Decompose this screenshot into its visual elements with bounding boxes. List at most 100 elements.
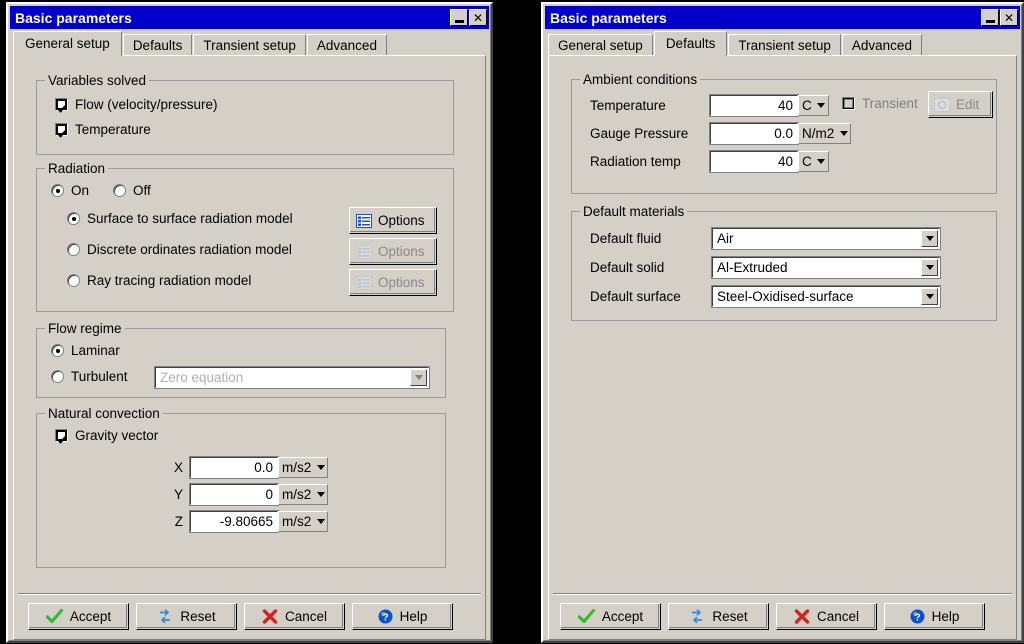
- group-legend: Natural convection: [45, 406, 163, 421]
- turbulence-model-value: Zero equation: [160, 370, 244, 385]
- tab-general-setup[interactable]: General setup: [13, 31, 122, 56]
- chevron-down-icon[interactable]: [815, 96, 828, 115]
- button-bar-divider: [18, 593, 481, 595]
- reset-button[interactable]: Reset: [136, 603, 237, 630]
- gauge-pressure-input[interactable]: 0.0: [709, 122, 799, 145]
- gravity-x-input[interactable]: 0.0: [189, 456, 279, 479]
- default-fluid-dropdown[interactable]: Air: [711, 227, 941, 250]
- chevron-down-icon[interactable]: [815, 152, 828, 171]
- help-button[interactable]: ? Help: [884, 603, 985, 630]
- chevron-down-icon[interactable]: [314, 512, 327, 531]
- gravity-y-unit-dropdown[interactable]: m/s2: [278, 484, 329, 505]
- default-surface-value: Steel-Oxidised-surface: [717, 289, 854, 304]
- close-button[interactable]: ✕: [469, 9, 487, 26]
- tab-transient-setup[interactable]: Transient setup: [193, 34, 306, 56]
- radio-label: Surface to surface radiation model: [87, 211, 293, 226]
- radiation-temp-unit-dropdown[interactable]: C: [798, 151, 829, 172]
- checkbox-label: Flow (velocity/pressure): [75, 97, 218, 112]
- radio-discrete-ordinates[interactable]: Discrete ordinates radiation model: [67, 242, 292, 257]
- button-label: Help: [931, 609, 960, 624]
- close-button[interactable]: ✕: [1000, 9, 1018, 26]
- unit-label: m/s2: [282, 460, 312, 475]
- temperature-unit-dropdown[interactable]: C: [798, 95, 829, 116]
- chevron-down-icon[interactable]: [921, 288, 938, 305]
- tab-label: Advanced: [316, 38, 377, 53]
- radio-dot[interactable]: [51, 184, 64, 197]
- unit-label: m/s2: [282, 514, 312, 529]
- checkbox-box: [842, 97, 855, 110]
- options-button-label: Options: [378, 275, 425, 290]
- gauge-pressure-unit-dropdown[interactable]: N/m2: [798, 123, 852, 144]
- button-bar-divider: [553, 593, 1012, 595]
- tabpanel-general-setup: Variables solved Flow (velocity/pressure…: [13, 55, 486, 640]
- group-flow-regime: Flow regime Laminar Turbulent Zero equat…: [36, 321, 446, 398]
- desktop: Basic parameters ✕ General setup Default…: [0, 0, 1024, 644]
- radio-turbulent[interactable]: Turbulent: [51, 369, 128, 384]
- temperature-input[interactable]: 40: [709, 94, 799, 117]
- gravity-z-input[interactable]: -9.80665: [189, 510, 279, 533]
- tab-advanced[interactable]: Advanced: [306, 34, 387, 56]
- titlebar-right: Basic parameters ✕: [545, 6, 1020, 29]
- radio-radiation-on[interactable]: On: [51, 183, 89, 198]
- chevron-down-icon[interactable]: [314, 458, 327, 477]
- gravity-x-unit-dropdown[interactable]: m/s2: [278, 457, 329, 478]
- tab-general-setup[interactable]: General setup: [548, 34, 653, 56]
- checkbox-label: Temperature: [75, 122, 151, 137]
- checkbox-temperature[interactable]: Temperature: [55, 122, 151, 137]
- tab-label: Advanced: [851, 38, 912, 53]
- chevron-down-icon: [410, 369, 427, 386]
- radio-laminar[interactable]: Laminar: [51, 343, 120, 358]
- gravity-y-input[interactable]: 0: [189, 483, 279, 506]
- help-button[interactable]: ? Help: [352, 603, 453, 630]
- accept-button[interactable]: Accept: [28, 603, 129, 630]
- button-label: Cancel: [816, 609, 860, 624]
- radio-surface-to-surface[interactable]: Surface to surface radiation model: [67, 211, 293, 226]
- gravity-z-unit-dropdown[interactable]: m/s2: [278, 511, 329, 532]
- button-label: Reset: [712, 609, 748, 624]
- radio-ray-tracing[interactable]: Ray tracing radiation model: [67, 273, 251, 288]
- radio-dot[interactable]: [51, 370, 64, 383]
- radio-dot[interactable]: [51, 344, 64, 357]
- cancel-button[interactable]: Cancel: [244, 603, 345, 630]
- options-button-surface-to-surface[interactable]: Options: [349, 207, 437, 234]
- materials-row-fluid: Default fluid Air: [590, 227, 941, 250]
- button-label: Cancel: [284, 609, 328, 624]
- radio-label: On: [71, 183, 90, 198]
- field-label: Default surface: [590, 289, 681, 304]
- chevron-down-icon[interactable]: [921, 230, 938, 247]
- check-icon: [577, 609, 595, 624]
- radio-dot[interactable]: [67, 274, 80, 287]
- default-surface-dropdown[interactable]: Steel-Oxidised-surface: [711, 285, 941, 308]
- radio-dot[interactable]: [113, 184, 126, 197]
- tab-transient-setup[interactable]: Transient setup: [728, 34, 841, 56]
- options-button-label: Options: [378, 244, 425, 259]
- radio-dot[interactable]: [67, 212, 80, 225]
- checkbox-flow[interactable]: Flow (velocity/pressure): [55, 97, 218, 112]
- minimize-button[interactable]: [981, 9, 999, 26]
- tab-label: General setup: [25, 36, 110, 51]
- tab-label: Defaults: [132, 38, 183, 53]
- radio-radiation-off[interactable]: Off: [113, 183, 151, 198]
- checkbox-box[interactable]: [55, 98, 68, 111]
- default-solid-dropdown[interactable]: Al-Extruded: [711, 256, 941, 279]
- tab-defaults[interactable]: Defaults: [122, 34, 193, 56]
- chevron-down-icon[interactable]: [921, 259, 938, 276]
- field-label: Gauge Pressure: [590, 126, 689, 141]
- refresh-icon: [692, 609, 703, 624]
- accept-button[interactable]: Accept: [560, 603, 661, 630]
- reset-button[interactable]: Reset: [668, 603, 769, 630]
- chevron-down-icon[interactable]: [837, 124, 850, 143]
- checkbox-gravity-vector[interactable]: Gravity vector: [55, 428, 158, 443]
- tab-advanced[interactable]: Advanced: [841, 34, 922, 56]
- checkbox-box[interactable]: [55, 123, 68, 136]
- cancel-button[interactable]: Cancel: [776, 603, 877, 630]
- svg-text:?: ?: [382, 612, 388, 623]
- minimize-button[interactable]: [450, 9, 468, 26]
- chevron-down-icon[interactable]: [314, 485, 327, 504]
- unit-label: N/m2: [802, 126, 835, 141]
- checkbox-box[interactable]: [55, 429, 68, 442]
- radiation-temp-input[interactable]: 40: [709, 150, 799, 173]
- radio-dot[interactable]: [67, 243, 80, 256]
- edit-icon: [934, 97, 950, 112]
- tab-defaults[interactable]: Defaults: [653, 31, 728, 56]
